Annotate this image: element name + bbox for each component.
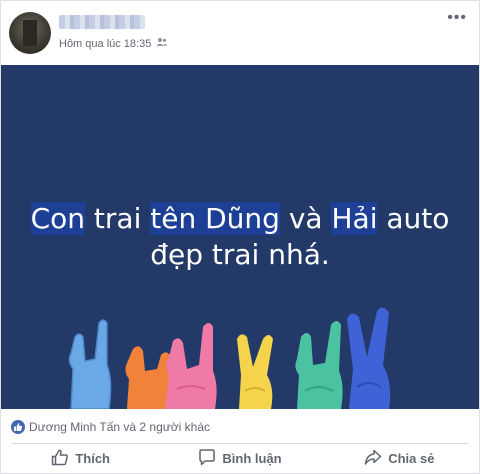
status-line-1: Con trai tên Dũng và Hải auto [21,201,459,237]
comment-icon [198,448,216,469]
comment-label: Bình luận [222,451,282,466]
share-icon [364,449,382,469]
status-word: Hải [331,202,378,235]
indigo-hand-illustration [347,307,391,409]
post-timestamp[interactable]: Hôm qua lúc 18:35 [59,38,151,50]
post-meta: Hôm qua lúc 18:35 [59,37,168,50]
status-word: Con [30,202,86,235]
pink-hand-illustration [165,323,217,409]
raised-hands-illustration [68,307,391,409]
green-hand-illustration [295,321,343,409]
reactions-bar: Dương Minh Tấn và 2 người khác [1,409,479,443]
yellow-hand-illustration [237,334,273,409]
status-background-banner: Con trai tên Dũng và Hải auto đẹp trai n… [1,65,479,409]
status-word: và [279,202,332,235]
share-label: Chia sẻ [388,451,435,466]
like-label: Thích [75,451,110,466]
author-name-blurred[interactable] [59,15,145,29]
status-word: tên Dũng [150,202,280,235]
status-word: auto [377,202,450,235]
status-line-2: đẹp trai nhá. [150,238,330,271]
status-text: Con trai tên Dũng và Hải auto đẹp trai n… [21,201,459,273]
status-word: trai [85,202,151,235]
like-button[interactable]: Thích [1,444,160,473]
orange-hand-illustration [125,346,171,409]
more-options-icon[interactable]: ••• [447,10,467,26]
friends-icon[interactable] [156,37,168,50]
share-button[interactable]: Chia sẻ [320,444,479,473]
post-actions: Thích Bình luận Chia sẻ [1,444,479,473]
avatar[interactable] [9,12,51,54]
like-reaction-icon[interactable] [11,420,25,434]
reactions-summary[interactable]: Dương Minh Tấn và 2 người khác [29,420,210,434]
post-header: Hôm qua lúc 18:35 ••• [1,1,479,65]
comment-button[interactable]: Bình luận [160,444,319,473]
blue-hand-illustration [68,319,112,409]
post-card: Hôm qua lúc 18:35 ••• Con trai tên Dũng … [0,0,480,474]
thumbs-up-icon [51,449,69,469]
